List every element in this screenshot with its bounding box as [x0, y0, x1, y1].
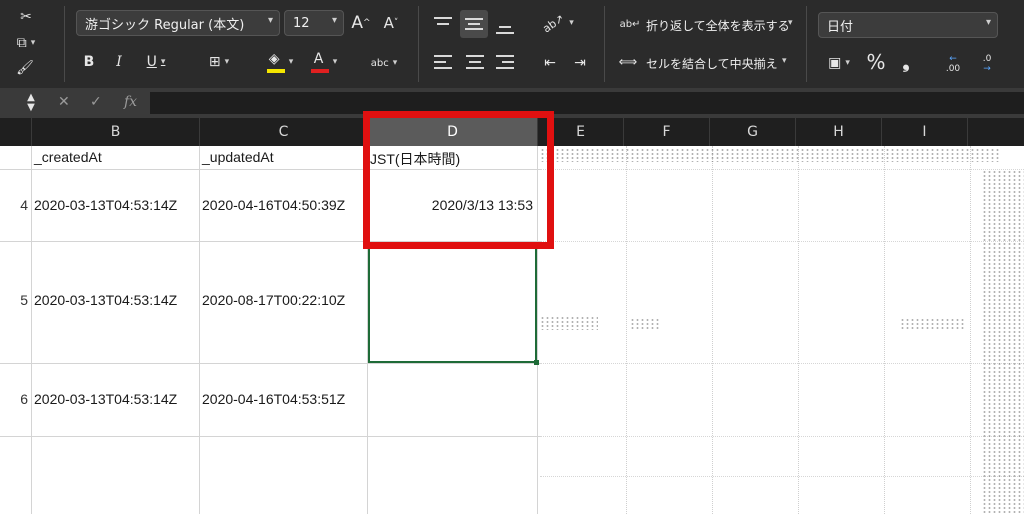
cell-b3[interactable]: _createdAt [34, 149, 102, 165]
name-box-stepper[interactable]: ▲ ▼ [24, 92, 38, 114]
column-header-f[interactable]: F [624, 118, 710, 146]
column-header-i[interactable]: I [882, 118, 968, 146]
highlight-annotation-box [363, 111, 554, 249]
column-header-j[interactable] [968, 118, 1024, 146]
cell-c5[interactable]: 2020-08-17T00:22:10Z [202, 292, 345, 308]
insert-function-icon[interactable]: fx [124, 94, 137, 110]
shrink-font-icon[interactable]: A ˅ [380, 12, 402, 34]
percent-button[interactable]: % [864, 50, 888, 74]
decrease-decimal-button[interactable]: .0 → [974, 52, 1000, 76]
format-painter-icon[interactable]: 🖌 [14, 58, 36, 78]
accounting-format-button[interactable]: ▣ ▾ [820, 52, 858, 74]
align-right-button[interactable] [494, 52, 516, 74]
font-color-letter: A [313, 51, 324, 67]
borders-button[interactable]: ⊞ ▾ [200, 52, 238, 72]
fill-color-button[interactable]: ◈ ▾ [262, 50, 298, 74]
font-size-value: 12 [293, 15, 310, 31]
text-orientation-icon: ab↗ [540, 11, 567, 35]
underline-label: U [146, 54, 157, 70]
formula-input[interactable] [150, 92, 1024, 114]
align-center-button[interactable] [464, 52, 486, 74]
redacted-region [540, 146, 1024, 514]
column-header-c[interactable]: C [200, 118, 368, 146]
cell-c6[interactable]: 2020-04-16T04:53:51Z [202, 391, 345, 407]
align-top-button[interactable] [432, 14, 454, 36]
border-icon: ⊞ [208, 54, 221, 70]
wrap-text-label: 折り返して全体を表示する [646, 19, 790, 33]
orientation-button[interactable]: ab↗ ▾ [538, 11, 578, 35]
selected-cell-d5[interactable] [368, 242, 537, 363]
cancel-icon[interactable]: ✕ [58, 94, 70, 110]
merge-center-button[interactable]: ⟺ セルを結合して中央揃え ▾ [618, 52, 788, 74]
merge-icon: ⟺ [618, 54, 638, 70]
comma-style-button[interactable]: ❟ [896, 50, 916, 74]
cell-b6[interactable]: 2020-03-13T04:53:14Z [34, 391, 177, 407]
paint-bucket-icon: ◈ [268, 51, 280, 67]
number-format-value: 日付 [827, 19, 854, 35]
wrap-text-button[interactable]: ab↵ 折り返して全体を表示する ▾ [620, 14, 800, 36]
cut-icon[interactable]: ✂ [16, 8, 36, 26]
cell-b5[interactable]: 2020-03-13T04:53:14Z [34, 292, 177, 308]
chevron-down-icon: ▾ [985, 17, 991, 28]
align-middle-button[interactable] [460, 10, 488, 38]
currency-icon: ▣ [828, 55, 842, 71]
row-header-5[interactable]: 5 [0, 292, 28, 308]
font-name-select[interactable]: 游ゴシック Regular (本文) ▾ [76, 10, 280, 36]
increase-decimal-label: .00 [945, 64, 961, 74]
number-format-select[interactable]: 日付 ▾ [818, 12, 998, 38]
font-name-value: 游ゴシック Regular (本文) [85, 17, 245, 33]
decrease-decimal-label: .0 [982, 54, 992, 64]
wrap-text-icon: ab↵ [619, 18, 641, 30]
font-size-select[interactable]: 12 ▾ [284, 10, 344, 36]
ribbon-toolbar: ✂ ⧉ ▾ 🖌 游ゴシック Regular (本文) ▾ 12 ▾ A ^ A ˅ B… [0, 0, 1024, 88]
cell-c3[interactable]: _updatedAt [202, 149, 274, 165]
cell-c4[interactable]: 2020-04-16T04:50:39Z [202, 197, 345, 213]
confirm-icon[interactable]: ✓ [90, 94, 102, 110]
increase-decimal-button[interactable]: ← .00 [940, 52, 966, 76]
chevron-down-icon: ▾ [331, 15, 337, 26]
column-header-g[interactable]: G [710, 118, 796, 146]
row-header-6[interactable]: 6 [0, 391, 28, 407]
merge-center-label: セルを結合して中央揃え [646, 57, 778, 71]
underline-button[interactable]: U ▾ [140, 52, 172, 72]
phonetic-guide-button[interactable]: abc ▾ [364, 52, 404, 74]
cell-b4[interactable]: 2020-03-13T04:53:14Z [34, 197, 177, 213]
row-header-4[interactable]: 4 [0, 197, 28, 213]
fill-handle[interactable] [534, 360, 539, 365]
chevron-down-icon: ▾ [267, 15, 273, 26]
align-bottom-button[interactable] [494, 14, 516, 36]
decrease-indent-icon[interactable]: ⇤ [540, 52, 560, 74]
column-header-b[interactable]: B [32, 118, 200, 146]
italic-button[interactable]: I [110, 52, 128, 72]
bold-button[interactable]: B [80, 52, 98, 72]
row-header-corner[interactable] [0, 118, 32, 146]
font-color-button[interactable]: A ▾ [306, 50, 342, 74]
increase-indent-icon[interactable]: ⇥ [570, 52, 590, 74]
phonetic-icon: abc [370, 57, 389, 69]
align-left-button[interactable] [432, 52, 454, 74]
copy-icon[interactable]: ⧉ ▾ [12, 34, 40, 52]
grow-font-icon[interactable]: A ^ [350, 12, 372, 34]
column-header-h[interactable]: H [796, 118, 882, 146]
